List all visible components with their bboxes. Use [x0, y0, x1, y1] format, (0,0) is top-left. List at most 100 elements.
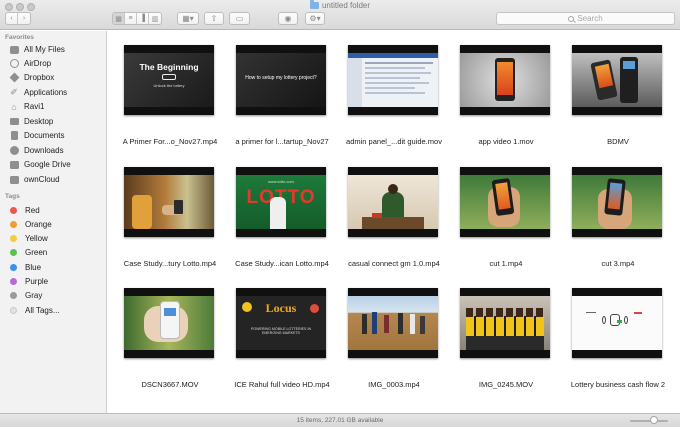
- sidebar-item-owncloud[interactable]: ownCloud: [9, 173, 104, 186]
- sidebar-item-label: Applications: [24, 88, 68, 97]
- tag-icon: ▭: [235, 13, 244, 23]
- sidebar-item-documents[interactable]: Documents: [9, 129, 104, 142]
- window-title: untitled folder: [0, 0, 680, 10]
- sidebar: Favorites All My Files AirDrop Dropbox ✐…: [0, 31, 107, 413]
- sidebar-item-all-my-files[interactable]: All My Files: [9, 43, 104, 56]
- file-item[interactable]: cut 3.mp4: [556, 153, 668, 273]
- thumbnail-title: How to setup my lottery project?: [245, 75, 317, 81]
- search-placeholder: Search: [577, 14, 603, 23]
- favorites-heading: Favorites: [5, 34, 34, 41]
- status-text: 15 items, 227.01 GB available: [296, 417, 384, 424]
- file-name: Lottery business cash flow 2: [570, 380, 666, 389]
- sidebar-item-label: Ravi1: [24, 102, 45, 111]
- sidebar-tag-yellow[interactable]: Yellow: [9, 232, 104, 245]
- sidebar-item-label: Red: [25, 206, 40, 215]
- tag-dot-icon: [10, 292, 17, 299]
- video-thumbnail: Locus POWERING MOBILE LOTTERIES IN EMERG…: [236, 288, 326, 358]
- thumbnail-subtitle: POWERING MOBILE LOTTERIES IN EMERGING MA…: [250, 327, 312, 336]
- search-field[interactable]: Search: [496, 12, 675, 25]
- file-item[interactable]: IMG_0245.MOV: [444, 274, 556, 394]
- sidebar-tag-all[interactable]: All Tags...: [9, 304, 104, 317]
- file-item[interactable]: admin panel_...dit guide.mov: [332, 31, 444, 151]
- cover-flow-icon: ▥: [151, 15, 159, 23]
- file-grid: The Beginning Unlock the lottery A Prime…: [108, 31, 680, 413]
- file-item[interactable]: How to setup my lottery project? a prime…: [220, 31, 332, 151]
- action-menu-button[interactable]: ⚙▾: [305, 12, 325, 25]
- file-item[interactable]: DSCN3667.MOV: [108, 274, 220, 394]
- file-item[interactable]: Locus POWERING MOBILE LOTTERIES IN EMERG…: [220, 274, 332, 394]
- file-item[interactable]: Case Study...tury Lotto.mp4: [108, 153, 220, 273]
- dropbox-icon: [9, 72, 19, 83]
- sidebar-item-applications[interactable]: ✐ Applications: [9, 86, 104, 99]
- chevron-right-icon: ›: [22, 15, 26, 22]
- column-view-button[interactable]: ▐: [137, 13, 149, 24]
- file-item[interactable]: www.lotto.com LOTTO Case Study...ican Lo…: [220, 153, 332, 273]
- file-item[interactable]: casual connect gm 1.0.mp4: [332, 153, 444, 273]
- folder-icon: [9, 175, 19, 184]
- sidebar-tag-gray[interactable]: Gray: [9, 289, 104, 302]
- video-thumbnail: [572, 167, 662, 237]
- file-item[interactable]: BDMV: [556, 31, 668, 151]
- sidebar-item-google-drive[interactable]: Google Drive: [9, 158, 104, 171]
- sidebar-item-airdrop[interactable]: AirDrop: [9, 57, 104, 70]
- back-button[interactable]: ‹: [6, 13, 18, 24]
- icon-size-slider[interactable]: [630, 420, 668, 422]
- sidebar-item-label: Purple: [25, 277, 49, 286]
- tag-dot-icon: [10, 221, 17, 228]
- cover-flow-button[interactable]: ▥: [149, 13, 161, 24]
- thumbnail-subtitle: www.lotto.com: [268, 179, 294, 184]
- applications-icon: ✐: [10, 87, 18, 97]
- file-item[interactable]: The Beginning Unlock the lottery A Prime…: [108, 31, 220, 151]
- sidebar-item-label: ownCloud: [24, 175, 60, 184]
- edit-tags-button[interactable]: ▭: [229, 12, 250, 25]
- sidebar-item-label: Green: [25, 248, 48, 257]
- file-item[interactable]: cut 1.mp4: [444, 153, 556, 273]
- file-item[interactable]: Lottery business cash flow 2: [556, 274, 668, 394]
- quick-look-button[interactable]: ◉: [278, 12, 298, 25]
- sidebar-item-label: All Tags...: [25, 306, 60, 315]
- history-nav-group: ‹ ›: [5, 12, 31, 25]
- arrange-menu-button[interactable]: ▦▾: [177, 12, 199, 25]
- list-view-button[interactable]: ≡: [125, 13, 137, 24]
- video-thumbnail: [124, 288, 214, 358]
- search-icon: [568, 15, 575, 22]
- video-thumbnail: [460, 45, 550, 115]
- finder-toolbar: untitled folder ‹ › ▦ ≡ ▐ ▥ ▦▾ ⇧ ▭ ◉ ⚙▾ …: [0, 0, 680, 30]
- downloads-icon: [9, 146, 19, 155]
- sidebar-tag-green[interactable]: Green: [9, 246, 104, 259]
- sidebar-tag-blue[interactable]: Blue: [9, 261, 104, 274]
- sidebar-item-label: Yellow: [25, 234, 48, 243]
- forward-button[interactable]: ›: [18, 13, 30, 24]
- sidebar-item-dropbox[interactable]: Dropbox: [9, 71, 104, 84]
- file-item[interactable]: app video 1.mov: [444, 31, 556, 151]
- column-view-icon: ▐: [140, 15, 145, 22]
- documents-icon: [9, 131, 19, 140]
- tag-dot-icon: [10, 278, 17, 285]
- sidebar-tag-purple[interactable]: Purple: [9, 275, 104, 288]
- sidebar-item-downloads[interactable]: Downloads: [9, 144, 104, 157]
- thumbnail-subtitle: Unlock the lottery: [153, 83, 185, 88]
- sidebar-tag-orange[interactable]: Orange: [9, 218, 104, 231]
- tag-dot-icon: [10, 207, 17, 214]
- airdrop-icon: [9, 59, 19, 68]
- arrange-icon: ▦▾: [182, 13, 194, 23]
- tag-dot-icon: [10, 307, 17, 314]
- sidebar-item-label: AirDrop: [24, 59, 52, 68]
- icon-view-button[interactable]: ▦: [113, 13, 125, 24]
- video-thumbnail: [572, 45, 662, 115]
- sidebar-item-desktop[interactable]: Desktop: [9, 115, 104, 128]
- video-thumbnail: The Beginning Unlock the lottery: [124, 45, 214, 115]
- tag-dot-icon: [10, 264, 17, 271]
- sidebar-item-ravi1[interactable]: ⌂ Ravi1: [9, 100, 104, 113]
- tags-heading: Tags: [5, 193, 20, 200]
- window-title-text: untitled folder: [321, 1, 371, 10]
- view-mode-group: ▦ ≡ ▐ ▥: [112, 12, 162, 25]
- icon-size-slider-knob[interactable]: [650, 416, 658, 424]
- sidebar-tag-red[interactable]: Red: [9, 204, 104, 217]
- tag-dot-icon: [10, 235, 17, 242]
- video-thumbnail: [460, 288, 550, 358]
- share-button[interactable]: ⇧: [204, 12, 224, 25]
- video-thumbnail: [460, 167, 550, 237]
- file-item[interactable]: IMG_0003.mp4: [332, 274, 444, 394]
- video-thumbnail: How to setup my lottery project?: [236, 45, 326, 115]
